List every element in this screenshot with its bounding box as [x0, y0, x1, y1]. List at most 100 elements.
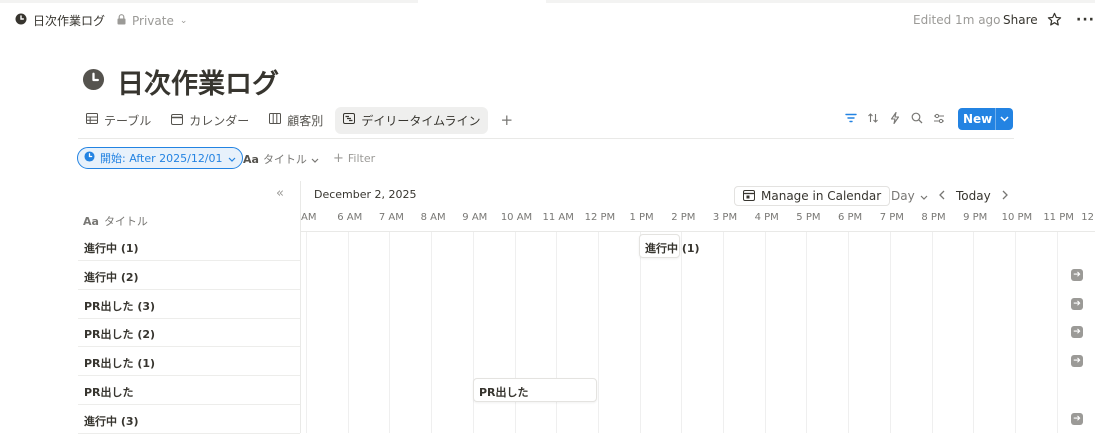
date-filter-pill[interactable]: 開始: After 2025/12/01: [77, 147, 243, 169]
hour-label: 11 AM: [542, 212, 574, 223]
hour-label: 6 AM: [337, 212, 363, 223]
hour-gridline: [515, 231, 516, 433]
timeline-card[interactable]: PR出した: [473, 378, 597, 402]
today-button[interactable]: Today: [956, 189, 991, 203]
more-icon[interactable]: ···: [1076, 12, 1095, 28]
card-label: 進行中 (1): [645, 242, 700, 255]
hour-label: 9 AM: [462, 212, 488, 223]
breadcrumb-page-name: 日次作業ログ: [33, 14, 106, 28]
tab-label: テーブル: [104, 113, 152, 128]
hour-gridline: [598, 231, 599, 433]
hour-gridline: [431, 231, 432, 433]
row-title: 進行中 (3): [84, 414, 139, 428]
table-icon: [86, 113, 98, 127]
tab-label: カレンダー: [189, 113, 250, 128]
collapse-sidebar-icon[interactable]: «: [276, 186, 284, 201]
scale-selector[interactable]: Day: [891, 189, 928, 203]
chevron-down-icon: [228, 152, 236, 165]
chevron-down-icon[interactable]: [996, 116, 1013, 122]
privacy-label[interactable]: Private: [132, 14, 174, 28]
tab-calendar[interactable]: カレンダー: [163, 107, 257, 134]
row-title: 進行中 (2): [84, 270, 139, 284]
hour-gridline: [723, 231, 724, 433]
hour-label: 8 AM: [420, 212, 446, 223]
timeline-row[interactable]: 進行中 (3): [78, 405, 300, 434]
timeline-row[interactable]: 進行中 (1): [78, 232, 300, 261]
settings-sliders-icon[interactable]: [932, 111, 946, 125]
page-title: 日次作業ログ: [117, 69, 279, 100]
jump-to-item-icon[interactable]: ➔: [1071, 297, 1083, 310]
timeline-card[interactable]: 進行中 (1): [639, 234, 700, 258]
jump-to-item-icon[interactable]: ➔: [1071, 412, 1083, 425]
star-icon[interactable]: [1047, 12, 1062, 31]
hour-gridline: [973, 231, 974, 433]
row-title: PR出した: [84, 386, 134, 399]
hour-label: 9 PM: [963, 212, 988, 223]
chevron-left-icon[interactable]: [939, 189, 945, 203]
jump-to-item-icon[interactable]: ➔: [1071, 355, 1083, 368]
timeline-icon: [343, 113, 356, 127]
timeline-row[interactable]: PR出した (2): [78, 318, 300, 348]
tab-label: デイリータイムライン: [361, 113, 481, 128]
hour-label: 11 PM: [1043, 212, 1074, 223]
hour-gridline: [681, 231, 682, 433]
title-column-header[interactable]: Aa タイトル: [83, 213, 148, 229]
hour-gridline: [348, 231, 349, 433]
view-tabs: テーブル カレンダー 顧客別 デイリータイムライン +: [78, 106, 525, 134]
manage-in-calendar-button[interactable]: Manage in Calendar: [734, 186, 891, 206]
sort-icon[interactable]: [866, 111, 880, 125]
grid-top-border: [300, 231, 1095, 232]
title-property-filter[interactable]: Aa タイトル: [243, 151, 319, 167]
hour-label: 4 PM: [754, 212, 779, 223]
lightning-icon[interactable]: [888, 111, 902, 125]
date-navigator: Today: [939, 189, 1008, 203]
row-title: PR出した (1): [84, 357, 156, 371]
hour-label: 8 PM: [921, 212, 946, 223]
hour-label: 6 PM: [837, 212, 863, 223]
add-filter-button[interactable]: + Filter: [333, 151, 375, 166]
clock-icon: [84, 151, 95, 165]
left-panel-separator: [300, 181, 301, 433]
hour-gridline: [1015, 231, 1016, 433]
calendar-icon: [743, 189, 755, 204]
hour-label: 12: [1081, 212, 1094, 223]
chevron-right-icon[interactable]: [1002, 189, 1008, 203]
card-label: PR出した: [479, 386, 529, 399]
hour-gridline: [640, 231, 641, 433]
chevron-down-icon: [311, 153, 319, 166]
chevron-down-icon[interactable]: ⌄: [180, 16, 188, 26]
clock-icon: [82, 68, 105, 95]
share-button[interactable]: Share: [1003, 13, 1038, 27]
hour-label: AM: [301, 212, 317, 223]
text-property-icon: Aa: [243, 152, 259, 166]
hour-label: 3 PM: [712, 212, 738, 223]
jump-to-item-icon[interactable]: ➔: [1071, 326, 1083, 339]
tab-daily-timeline[interactable]: デイリータイムライン: [335, 106, 489, 134]
timeline-row[interactable]: PR出した (3): [78, 290, 300, 319]
hour-gridline: [848, 231, 849, 433]
jump-to-item-icon[interactable]: ➔: [1071, 268, 1083, 281]
plus-icon: +: [333, 151, 344, 166]
column-header-label: タイトル: [103, 215, 148, 228]
timeline-row[interactable]: PR出した: [78, 376, 300, 405]
filter-icon[interactable]: [844, 111, 858, 125]
timeline-date: December 2, 2025: [314, 188, 417, 201]
tab-table[interactable]: テーブル: [78, 107, 159, 134]
timeline-row[interactable]: 進行中 (2): [78, 261, 300, 290]
chevron-down-icon: [920, 189, 928, 203]
hour-label: 10 PM: [1001, 212, 1033, 223]
row-title: PR出した (3): [84, 299, 156, 313]
divider: [78, 138, 1014, 139]
hour-label: 1 PM: [629, 212, 654, 223]
breadcrumb[interactable]: 日次作業ログ Private ⌄: [15, 12, 187, 29]
clock-icon: [15, 13, 27, 28]
add-view-button[interactable]: +: [492, 106, 521, 134]
row-title: 進行中 (1): [84, 242, 139, 255]
scale-label: Day: [891, 189, 915, 203]
top-strip: [0, 0, 1095, 3]
timeline-row[interactable]: PR出した (1): [78, 347, 300, 377]
search-icon[interactable]: [910, 111, 924, 125]
hour-gridline: [806, 231, 807, 433]
tab-board[interactable]: 顧客別: [261, 107, 331, 134]
new-button[interactable]: New: [958, 108, 1013, 130]
